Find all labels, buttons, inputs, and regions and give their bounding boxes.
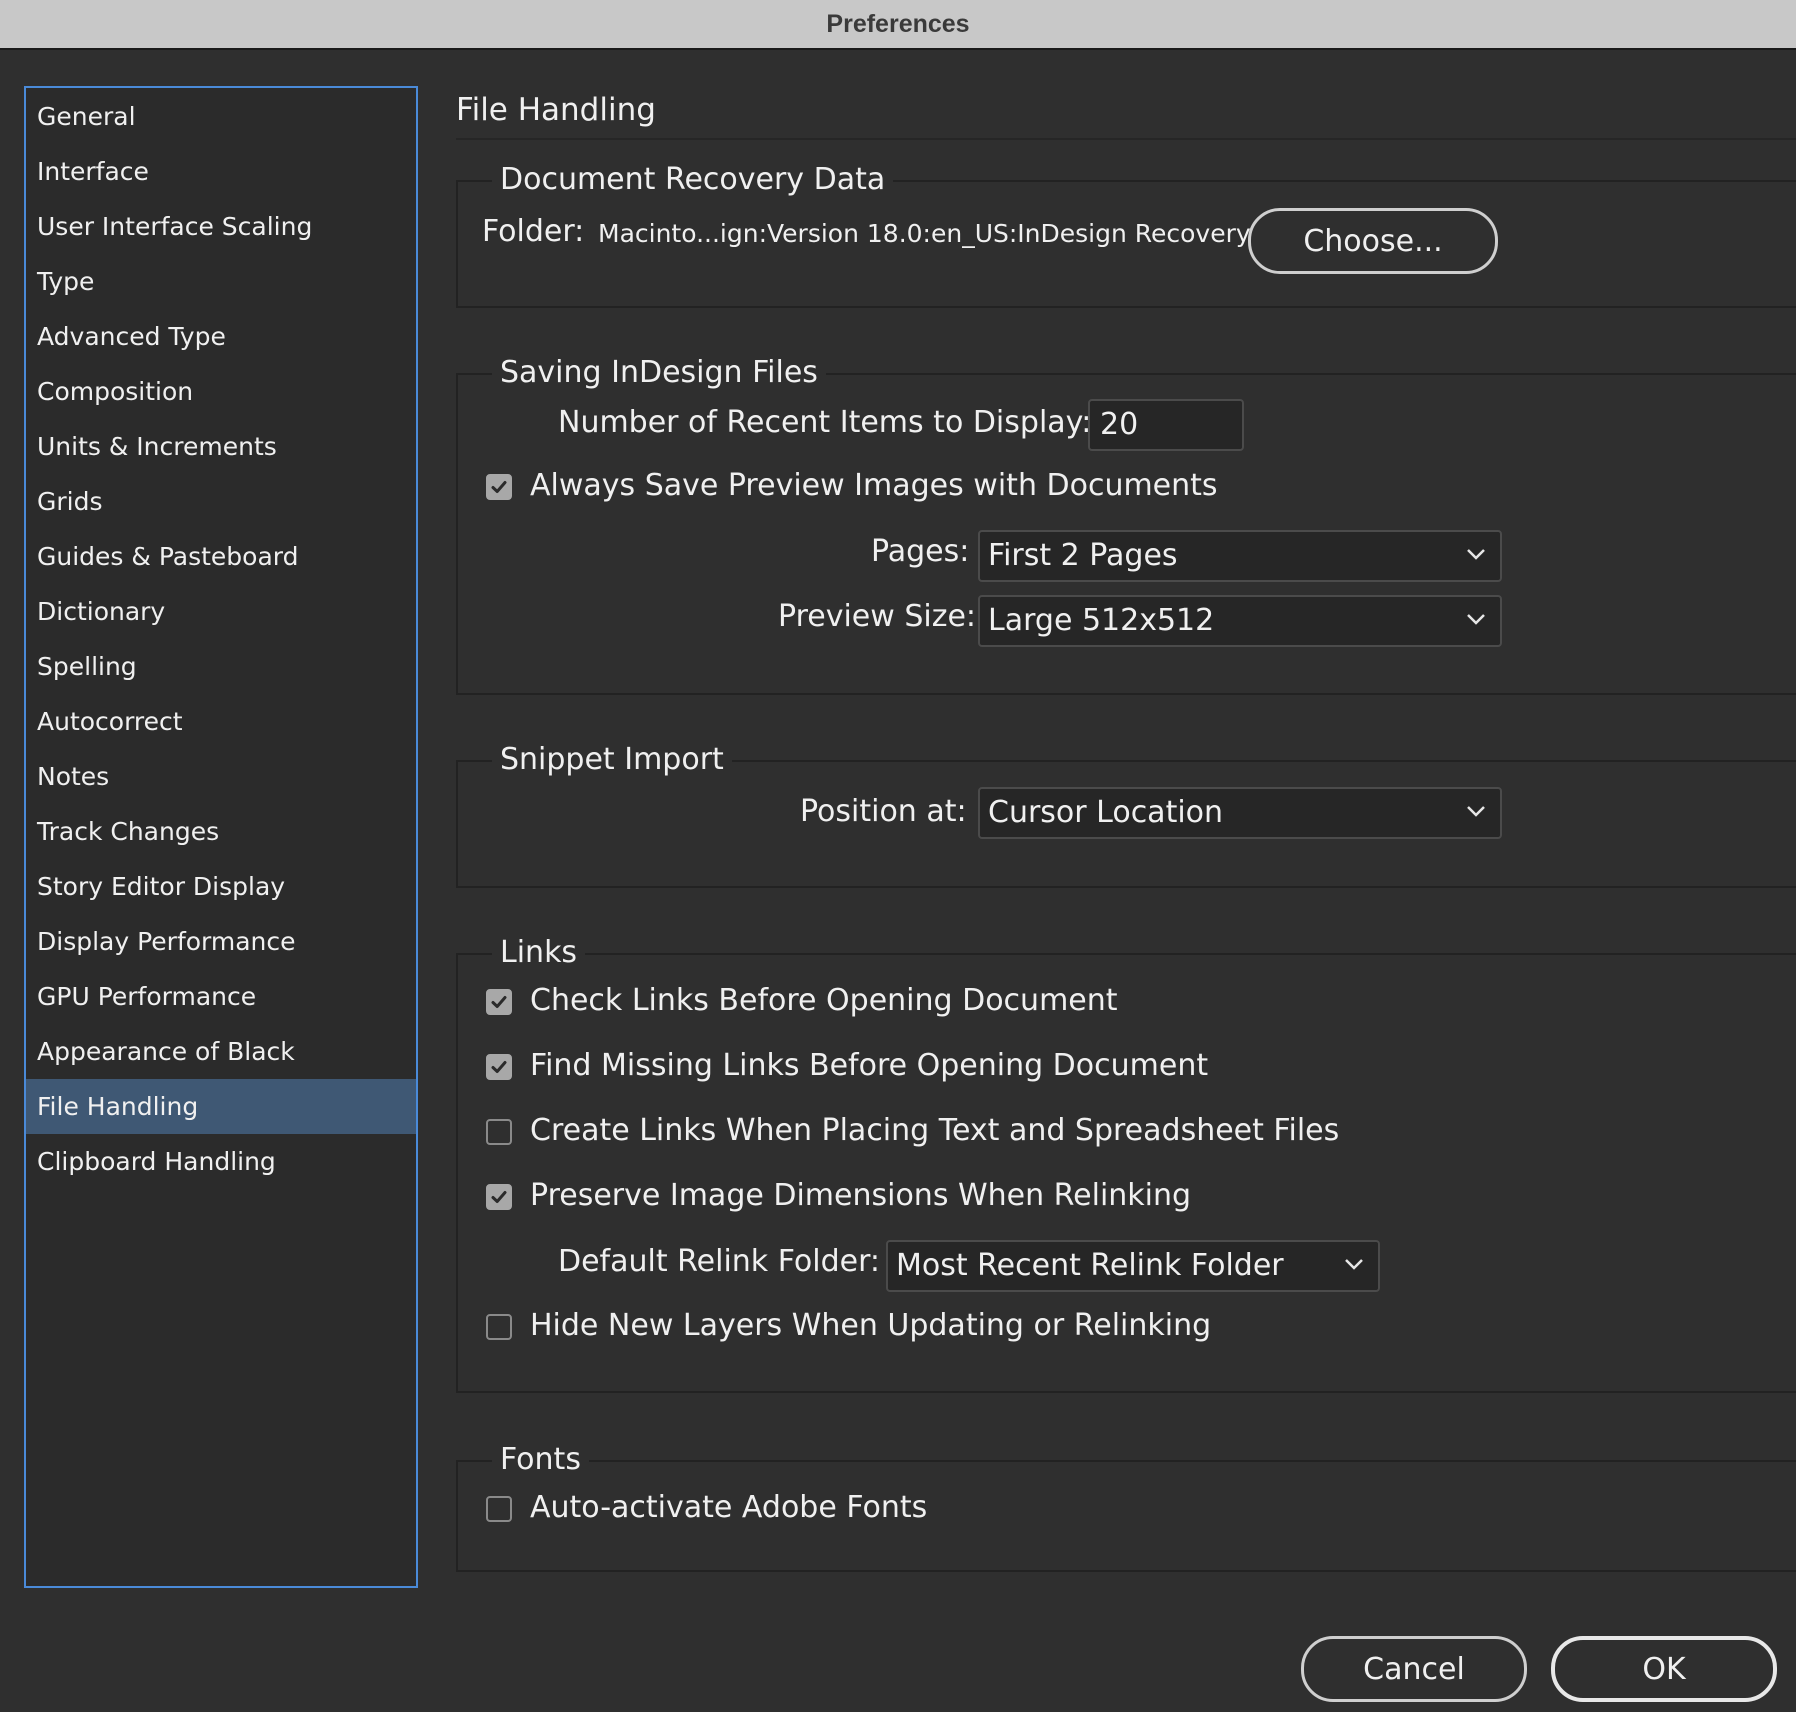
sidebar-item-notes[interactable]: Notes: [26, 749, 416, 804]
position-at-label: Position at:: [800, 794, 967, 829]
recent-items-label: Number of Recent Items to Display:: [558, 405, 1092, 440]
preview-size-dropdown[interactable]: Large 512x512: [978, 595, 1502, 647]
links-group: Links Check Links Before Opening Documen…: [456, 933, 1796, 1393]
pages-value: First 2 Pages: [988, 538, 1178, 573]
document-recovery-group: Document Recovery Data Folder: Macinto..…: [456, 160, 1796, 308]
checkmark-icon: [491, 996, 507, 1008]
sidebar-item-file-handling[interactable]: File Handling: [26, 1079, 416, 1134]
sidebar-item-story-editor-display[interactable]: Story Editor Display: [26, 859, 416, 914]
preview-size-value: Large 512x512: [988, 603, 1215, 638]
default-relink-folder-value: Most Recent Relink Folder: [896, 1248, 1284, 1283]
sidebar-item-appearance-of-black[interactable]: Appearance of Black: [26, 1024, 416, 1079]
sidebar-item-composition[interactable]: Composition: [26, 364, 416, 419]
preferences-window: Preferences General Interface User Inter…: [0, 0, 1796, 1712]
check-links-label: Check Links Before Opening Document: [530, 983, 1118, 1018]
checkmark-icon: [491, 1061, 507, 1073]
sidebar-item-display-performance[interactable]: Display Performance: [26, 914, 416, 969]
find-missing-links-label: Find Missing Links Before Opening Docume…: [530, 1048, 1209, 1083]
always-save-preview-label: Always Save Preview Images with Document…: [530, 468, 1218, 503]
sidebar-item-interface[interactable]: Interface: [26, 144, 416, 199]
pages-dropdown[interactable]: First 2 Pages: [978, 530, 1502, 582]
sidebar-item-units-increments[interactable]: Units & Increments: [26, 419, 416, 474]
chevron-down-icon: [1345, 1259, 1363, 1270]
default-relink-folder-dropdown[interactable]: Most Recent Relink Folder: [886, 1240, 1380, 1292]
pages-label: Pages:: [871, 534, 970, 569]
preferences-category-list[interactable]: General Interface User Interface Scaling…: [24, 86, 418, 1588]
snippet-import-group: Snippet Import Position at: Cursor Locat…: [456, 740, 1796, 888]
sidebar-item-dictionary[interactable]: Dictionary: [26, 584, 416, 639]
preserve-dimensions-checkbox[interactable]: [486, 1184, 512, 1210]
recovery-folder-path: Macinto...ign:Version 18.0:en_US:InDesig…: [598, 219, 1251, 248]
sidebar-item-track-changes[interactable]: Track Changes: [26, 804, 416, 859]
sidebar-item-general[interactable]: General: [26, 89, 416, 144]
checkmark-icon: [491, 1191, 507, 1203]
group-title-fonts: Fonts: [492, 1440, 589, 1480]
recent-items-input[interactable]: 20: [1088, 399, 1244, 451]
sidebar-item-autocorrect[interactable]: Autocorrect: [26, 694, 416, 749]
window-title: Preferences: [826, 9, 970, 38]
hide-new-layers-label: Hide New Layers When Updating or Relinki…: [530, 1308, 1212, 1343]
group-title-links: Links: [492, 933, 586, 973]
recent-items-value: 20: [1100, 407, 1139, 442]
title-bar: Preferences: [0, 0, 1796, 50]
position-at-value: Cursor Location: [988, 795, 1224, 830]
create-links-label: Create Links When Placing Text and Sprea…: [530, 1113, 1340, 1148]
sidebar-item-user-interface-scaling[interactable]: User Interface Scaling: [26, 199, 416, 254]
ok-button[interactable]: OK: [1551, 1636, 1777, 1702]
sidebar-item-advanced-type[interactable]: Advanced Type: [26, 309, 416, 364]
group-title-saving: Saving InDesign Files: [492, 353, 826, 393]
sidebar-item-gpu-performance[interactable]: GPU Performance: [26, 969, 416, 1024]
chevron-down-icon: [1467, 806, 1485, 817]
title-divider: [456, 138, 1796, 140]
cancel-button[interactable]: Cancel: [1301, 1636, 1527, 1702]
group-title-document-recovery: Document Recovery Data: [492, 160, 894, 200]
position-at-dropdown[interactable]: Cursor Location: [978, 787, 1502, 839]
chevron-down-icon: [1467, 614, 1485, 625]
fonts-group: Fonts Auto-activate Adobe Fonts: [456, 1440, 1796, 1572]
sidebar-item-grids[interactable]: Grids: [26, 474, 416, 529]
create-links-checkbox[interactable]: [486, 1119, 512, 1145]
auto-activate-fonts-checkbox[interactable]: [486, 1496, 512, 1522]
sidebar-item-type[interactable]: Type: [26, 254, 416, 309]
page-title: File Handling: [456, 92, 656, 128]
auto-activate-fonts-label: Auto-activate Adobe Fonts: [530, 1490, 928, 1525]
chevron-down-icon: [1467, 549, 1485, 560]
choose-folder-button[interactable]: Choose...: [1248, 208, 1498, 274]
saving-indesign-files-group: Saving InDesign Files Number of Recent I…: [456, 353, 1796, 695]
preview-size-label: Preview Size:: [778, 599, 977, 634]
hide-new-layers-checkbox[interactable]: [486, 1314, 512, 1340]
preserve-dimensions-label: Preserve Image Dimensions When Relinking: [530, 1178, 1192, 1213]
find-missing-links-checkbox[interactable]: [486, 1054, 512, 1080]
sidebar-item-clipboard-handling[interactable]: Clipboard Handling: [26, 1134, 416, 1189]
sidebar-item-guides-pasteboard[interactable]: Guides & Pasteboard: [26, 529, 416, 584]
checkmark-icon: [491, 481, 507, 493]
default-relink-folder-label: Default Relink Folder:: [558, 1244, 880, 1279]
folder-label: Folder:: [482, 214, 585, 249]
always-save-preview-checkbox[interactable]: [486, 474, 512, 500]
group-title-snippet-import: Snippet Import: [492, 740, 732, 780]
sidebar-item-spelling[interactable]: Spelling: [26, 639, 416, 694]
check-links-checkbox[interactable]: [486, 989, 512, 1015]
